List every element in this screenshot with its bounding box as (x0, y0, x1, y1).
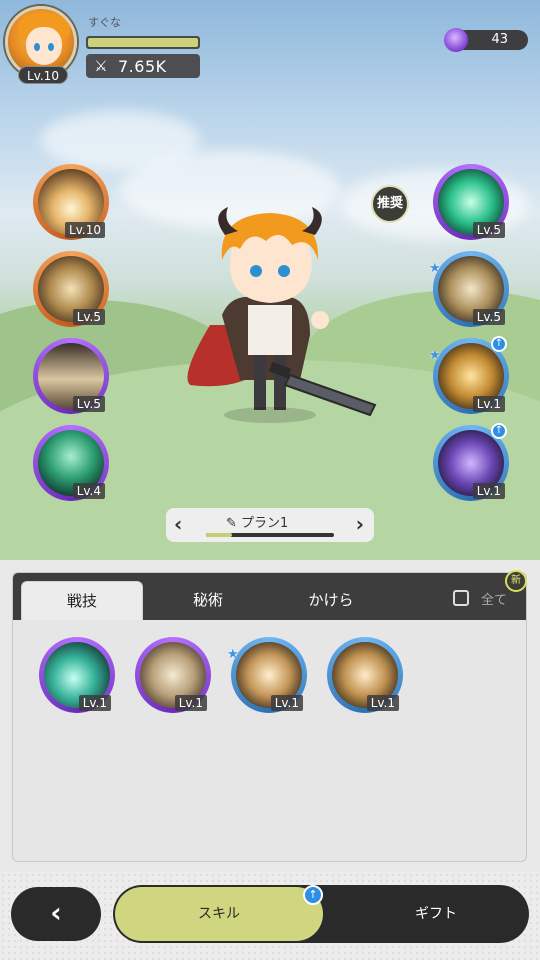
plan-next-arrow-icon[interactable]: › (356, 512, 364, 536)
equipped-skill-right-3[interactable]: Lv.1 ★ ↑ (429, 336, 509, 414)
show-all-checkbox[interactable] (453, 590, 469, 606)
skill-tab-bar: 戦技 秘術 かけら 全て (13, 573, 526, 620)
plan-selector: ‹ ✎ プラン1 › (166, 508, 374, 542)
skill-card[interactable]: Lv.1 ★ (227, 637, 307, 713)
upgrade-arrow-icon: ↑ (491, 336, 507, 352)
equipped-skill-left-3[interactable]: Lv.5 (33, 338, 109, 414)
tab-combat-skills[interactable]: 戦技 (21, 581, 143, 620)
gem-count: 43 (491, 32, 508, 47)
plan-prev-arrow-icon[interactable]: ‹ (174, 512, 182, 536)
star-icon: ★ (429, 261, 441, 276)
upgrade-arrow-icon: ↑ (491, 423, 507, 439)
show-all-label: 全て (481, 593, 508, 608)
equipped-skill-right-1[interactable]: Lv.5 (433, 164, 509, 240)
skill-level-label: Lv.5 (472, 309, 505, 325)
skill-level-label: Lv.1 (270, 695, 303, 711)
purple-gem-icon (444, 28, 468, 52)
skill-level-label: Lv.1 (366, 695, 399, 711)
combat-power: ⚔ 7.65K (86, 54, 200, 78)
skill-level-label: Lv.5 (72, 309, 105, 325)
skill-card[interactable]: Lv.1 (327, 637, 403, 713)
skill-level-label: Lv.5 (472, 222, 505, 238)
skill-level-label: Lv.10 (65, 222, 105, 238)
skill-card[interactable]: Lv.1 (39, 637, 115, 713)
skill-level-label: Lv.1 (472, 483, 505, 499)
skill-level-label: Lv.1 (472, 396, 505, 412)
plan-progress-bar (206, 533, 334, 537)
equipped-skill-left-2[interactable]: Lv.5 (33, 251, 109, 327)
player-level-badge: Lv.10 (18, 66, 68, 84)
star-icon: ★ (429, 348, 441, 363)
skill-tab-button[interactable]: スキル (115, 887, 323, 941)
new-badge: 新 (505, 570, 527, 592)
equipped-skill-left-4[interactable]: Lv.4 (33, 425, 109, 501)
skill-level-label: Lv.1 (174, 695, 207, 711)
upgrade-arrow-icon: ↑ (303, 885, 323, 905)
crossed-swords-icon: ⚔ (94, 57, 108, 75)
tab-fragments[interactable]: かけら (271, 581, 391, 620)
gift-tab-button[interactable]: ギフト (371, 885, 501, 943)
hero-character (187, 207, 377, 423)
plan-label[interactable]: ✎ プラン1 (226, 512, 288, 531)
combat-power-value: 7.65K (118, 56, 167, 76)
back-button[interactable]: ‹ (11, 887, 101, 941)
skill-panel: 戦技 秘術 かけら 全て Lv.1 Lv.1 Lv.1 ★ Lv.1 (12, 572, 527, 862)
exp-bar (86, 36, 200, 49)
skill-level-label: Lv.4 (72, 483, 105, 499)
star-icon: ★ (227, 647, 239, 662)
skill-level-label: Lv.1 (78, 695, 111, 711)
equipped-skill-right-4[interactable]: Lv.1 ↑ (433, 423, 509, 501)
tab-arcana[interactable]: 秘術 (148, 581, 268, 620)
skill-level-label: Lv.5 (72, 396, 105, 412)
equipped-skill-right-2[interactable]: Lv.5 ★ (429, 251, 509, 327)
gem-counter[interactable]: 43 (444, 28, 528, 52)
skill-card[interactable]: Lv.1 (135, 637, 211, 713)
equipped-skill-left-1[interactable]: Lv.10 (33, 164, 109, 240)
player-name: すぐな (88, 16, 121, 29)
